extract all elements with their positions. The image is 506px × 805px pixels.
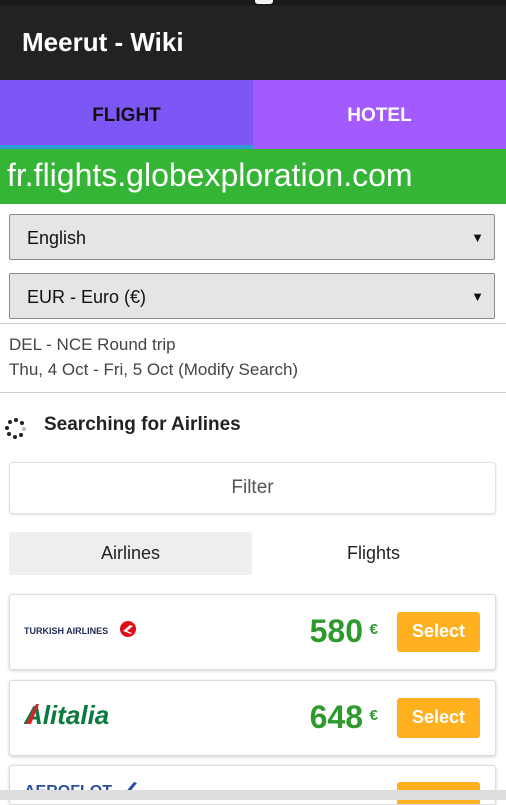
select-button[interactable]: Select (397, 698, 480, 738)
price-currency: € (369, 707, 378, 724)
filter-button[interactable]: Filter (9, 462, 496, 514)
loading-spinner-icon (5, 418, 27, 440)
domain-text: fr.flights.globexploration.com (7, 157, 413, 193)
trip-route: DEL - NCE Round trip (9, 335, 176, 354)
searching-label: Searching for Airlines (44, 414, 241, 435)
trip-dates-modify-search[interactable]: Thu, 4 Oct - Fri, 5 Oct (Modify Search) (9, 360, 298, 380)
status-notch (255, 0, 273, 4)
select-button[interactable]: Select (397, 612, 480, 652)
language-select[interactable]: English ▼ (9, 214, 495, 260)
segment-airlines[interactable]: Airlines (9, 532, 252, 575)
search-status: Searching for Airlines (0, 408, 506, 442)
currency-select-value: EUR - Euro (€) (27, 287, 147, 307)
system-nav-bar (0, 790, 506, 800)
alitalia-logo: Alitalia (23, 700, 144, 737)
dropdown-arrow-icon: ▼ (471, 289, 484, 304)
trip-summary: DEL - NCE Round trip Thu, 4 Oct - Fri, 5… (0, 323, 506, 393)
price-value: 648 (309, 699, 363, 735)
airline-result-card[interactable]: Alitalia 648 € Select (9, 680, 496, 756)
app-bar: Meerut - Wiki (0, 6, 506, 80)
svg-text:TURKISH AIRLINES: TURKISH AIRLINES (24, 626, 108, 636)
language-select-value: English (27, 228, 87, 248)
tab-flight[interactable]: FLIGHT (0, 80, 253, 149)
currency-select[interactable]: EUR - Euro (€) ▼ (9, 273, 495, 319)
price-currency: € (369, 621, 378, 638)
tab-hotel[interactable]: HOTEL (253, 80, 506, 149)
turkish-airlines-logo: TURKISH AIRLINES (24, 620, 139, 647)
domain-banner: fr.flights.globexploration.com (0, 149, 506, 204)
tab-bar: FLIGHT HOTEL (0, 80, 506, 149)
price-value: 580 (309, 613, 363, 649)
airline-result-card[interactable]: TURKISH AIRLINES 580 € Select (9, 594, 496, 670)
segment-flights[interactable]: Flights (252, 532, 495, 575)
app-title: Meerut - Wiki (22, 27, 184, 57)
dropdown-arrow-icon: ▼ (471, 230, 484, 245)
